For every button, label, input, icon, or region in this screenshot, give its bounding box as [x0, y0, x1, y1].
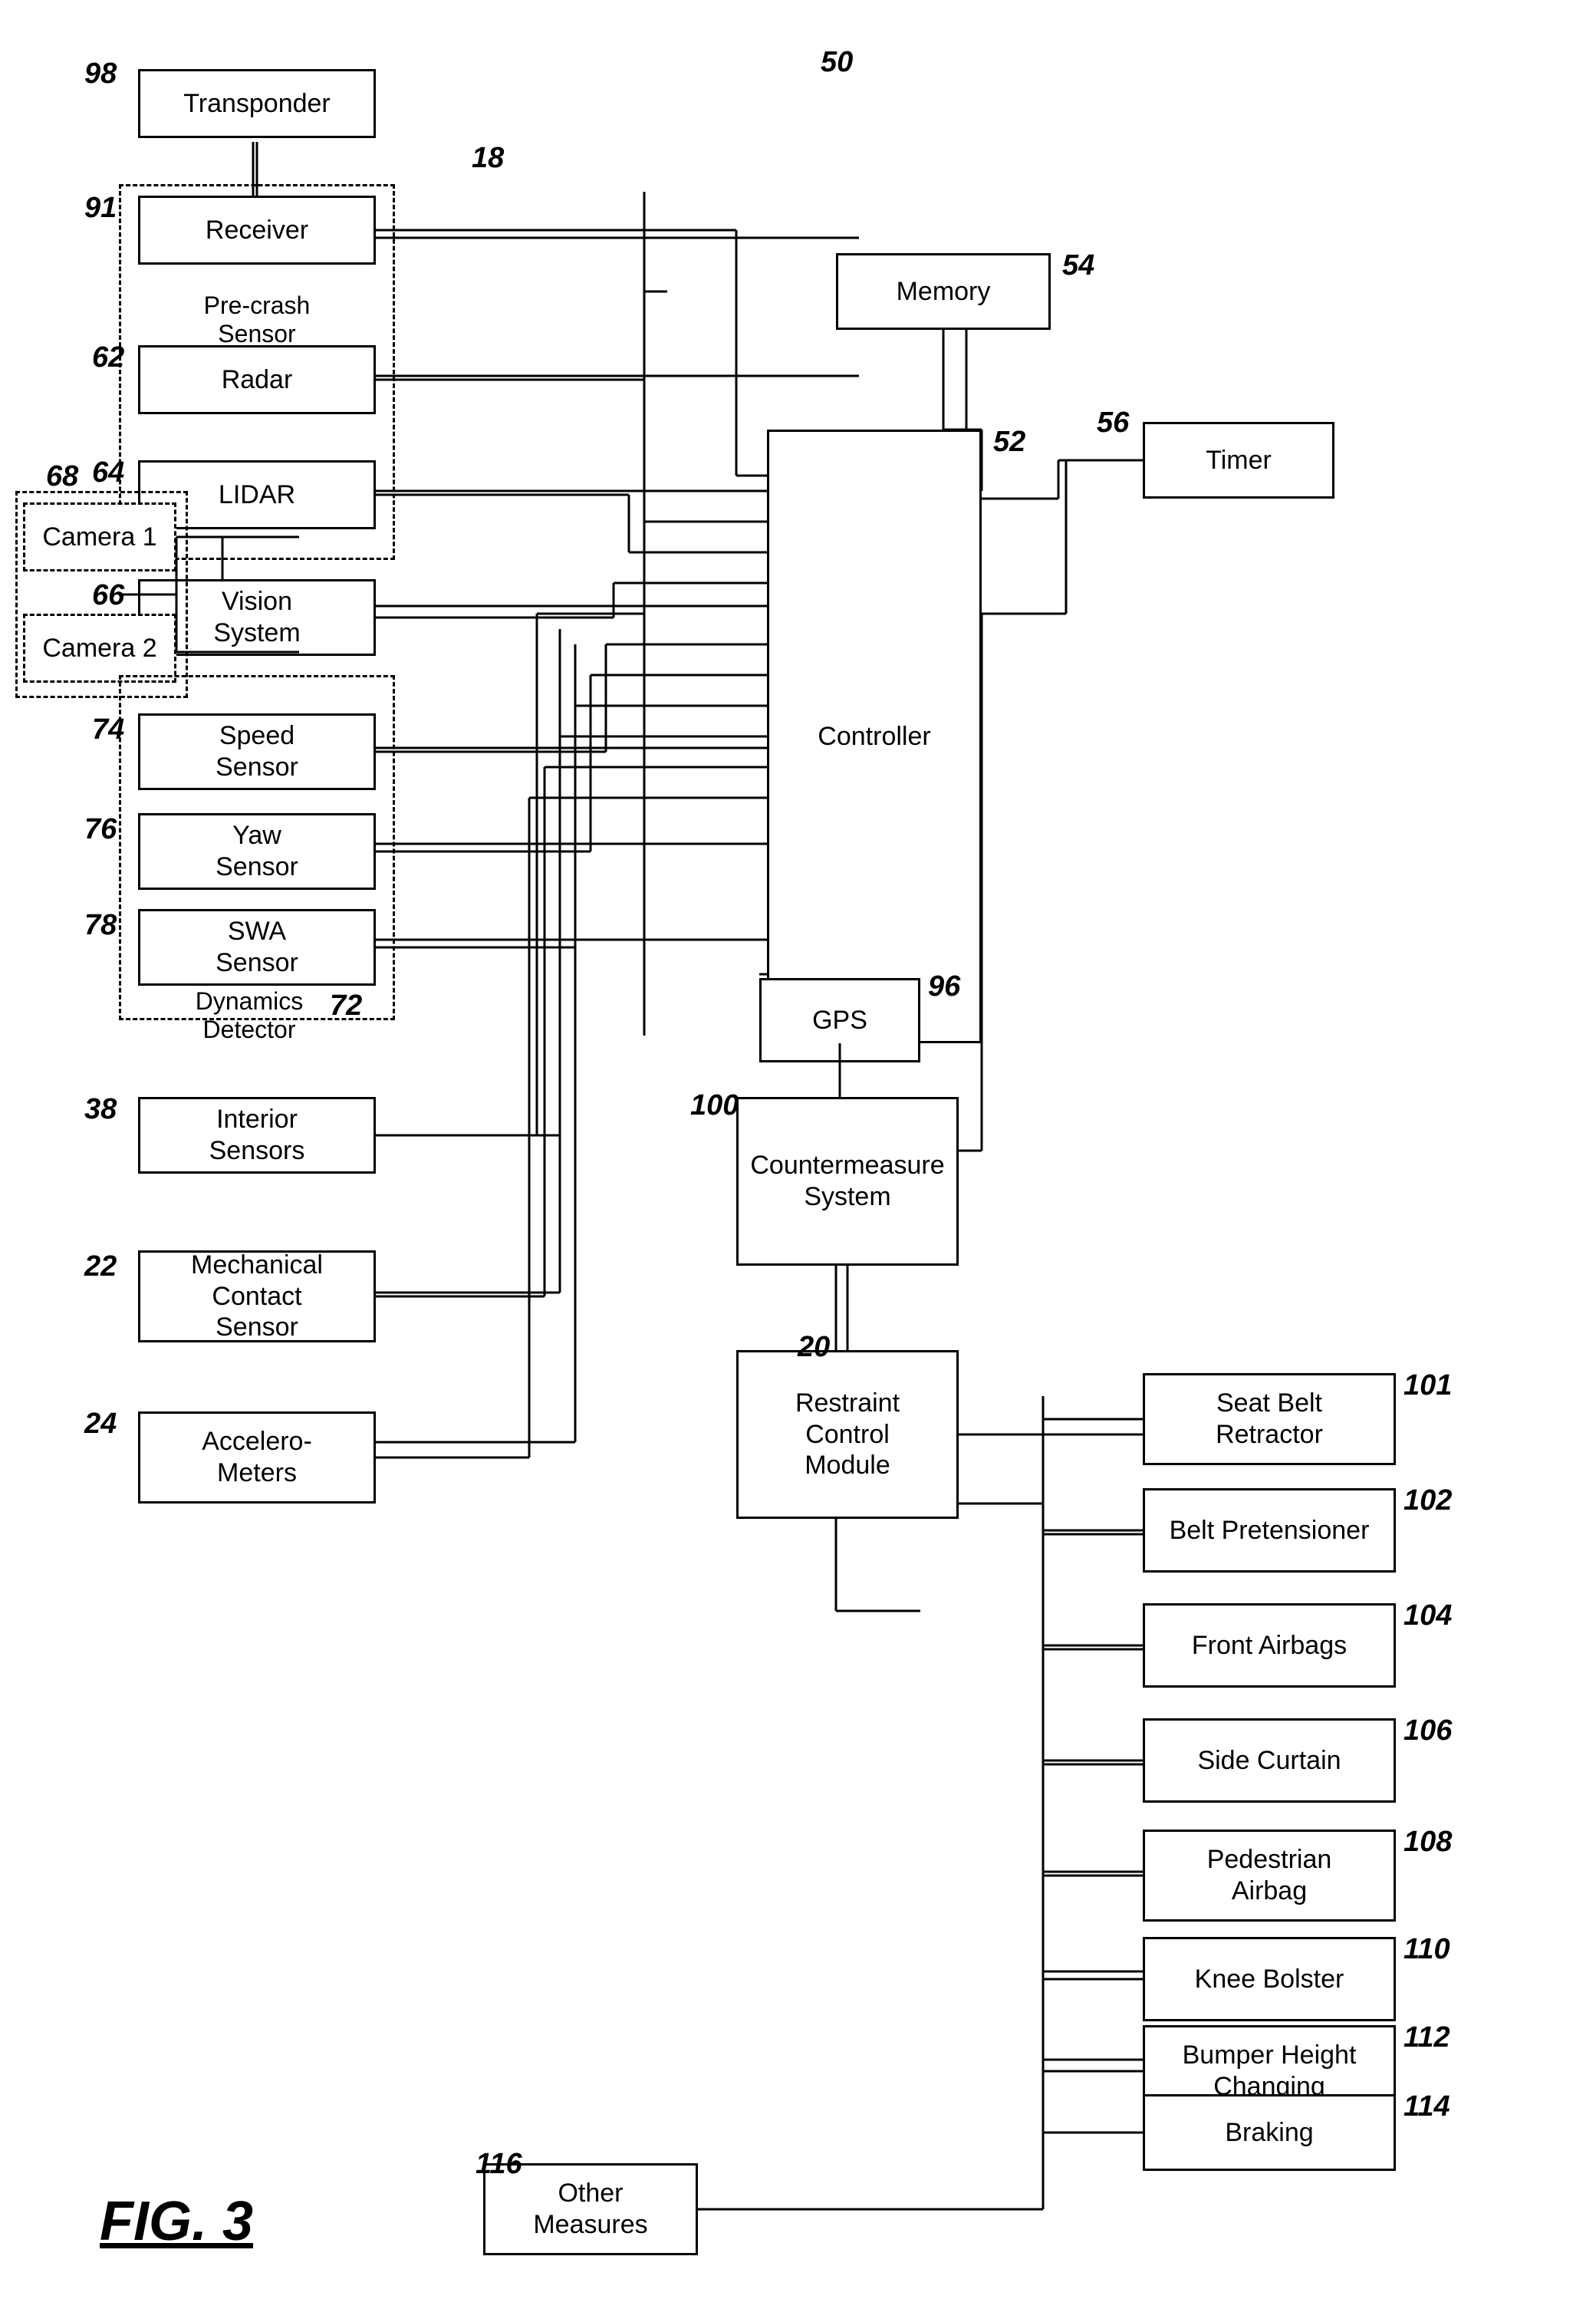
number-20: 20 — [798, 1331, 830, 1364]
controller-box: Controller — [767, 430, 982, 1043]
number-106: 106 — [1403, 1714, 1452, 1747]
number-98: 98 — [84, 58, 117, 91]
timer-box: Timer — [1143, 422, 1334, 499]
side-curtain-box: Side Curtain — [1143, 1718, 1396, 1803]
number-78: 78 — [84, 909, 117, 942]
number-114: 114 — [1403, 2090, 1450, 2123]
speed-sensor-box: SpeedSensor — [138, 713, 376, 790]
number-76: 76 — [84, 813, 117, 846]
number-110: 110 — [1403, 1933, 1450, 1966]
number-102: 102 — [1403, 1484, 1452, 1517]
number-116: 116 — [476, 2148, 522, 2181]
number-18: 18 — [472, 142, 504, 175]
belt-pretensioner-box: Belt Pretensioner — [1143, 1488, 1396, 1573]
number-91: 91 — [84, 192, 117, 225]
number-101: 101 — [1403, 1369, 1452, 1402]
memory-box: Memory — [836, 253, 1051, 330]
diagram-number-50: 50 — [821, 46, 853, 79]
number-74: 74 — [92, 713, 124, 746]
camera-group-dashed — [15, 491, 188, 698]
yaw-sensor-box: YawSensor — [138, 813, 376, 890]
number-24: 24 — [84, 1408, 117, 1441]
number-64: 64 — [92, 456, 124, 489]
interior-sensors-box: InteriorSensors — [138, 1097, 376, 1174]
number-100: 100 — [690, 1089, 739, 1122]
number-22: 22 — [84, 1250, 117, 1283]
mechanical-contact-box: MechanicalContactSensor — [138, 1250, 376, 1342]
number-108: 108 — [1403, 1826, 1452, 1859]
diagram: 50 Transponder 98 Receiver 91 Pre-crashS… — [0, 0, 1596, 2299]
number-68: 68 — [46, 460, 78, 493]
number-72: 72 — [330, 990, 362, 1023]
transponder-box: Transponder — [138, 69, 376, 138]
number-56: 56 — [1097, 407, 1129, 440]
gps-box: GPS — [759, 978, 920, 1062]
number-96: 96 — [928, 970, 960, 1003]
figure-label: FIG. 3 — [100, 2190, 253, 2253]
seat-belt-box: Seat BeltRetractor — [1143, 1373, 1396, 1465]
swa-sensor-box: SWASensor — [138, 909, 376, 986]
number-112: 112 — [1403, 2021, 1450, 2054]
restraint-control-box: RestraintControlModule — [736, 1350, 959, 1519]
number-52: 52 — [993, 426, 1025, 459]
number-54: 54 — [1062, 249, 1094, 282]
accelerometers-box: Accelero-Meters — [138, 1411, 376, 1504]
number-62: 62 — [92, 341, 124, 374]
number-38: 38 — [84, 1093, 117, 1126]
countermeasure-box: CountermeasureSystem — [736, 1097, 959, 1266]
front-airbags-box: Front Airbags — [1143, 1603, 1396, 1688]
braking-box: Braking — [1143, 2094, 1396, 2171]
radar-box: Radar — [138, 345, 376, 414]
knee-bolster-box: Knee Bolster — [1143, 1937, 1396, 2021]
number-104: 104 — [1403, 1599, 1452, 1632]
pedestrian-airbag-box: PedestrianAirbag — [1143, 1830, 1396, 1922]
